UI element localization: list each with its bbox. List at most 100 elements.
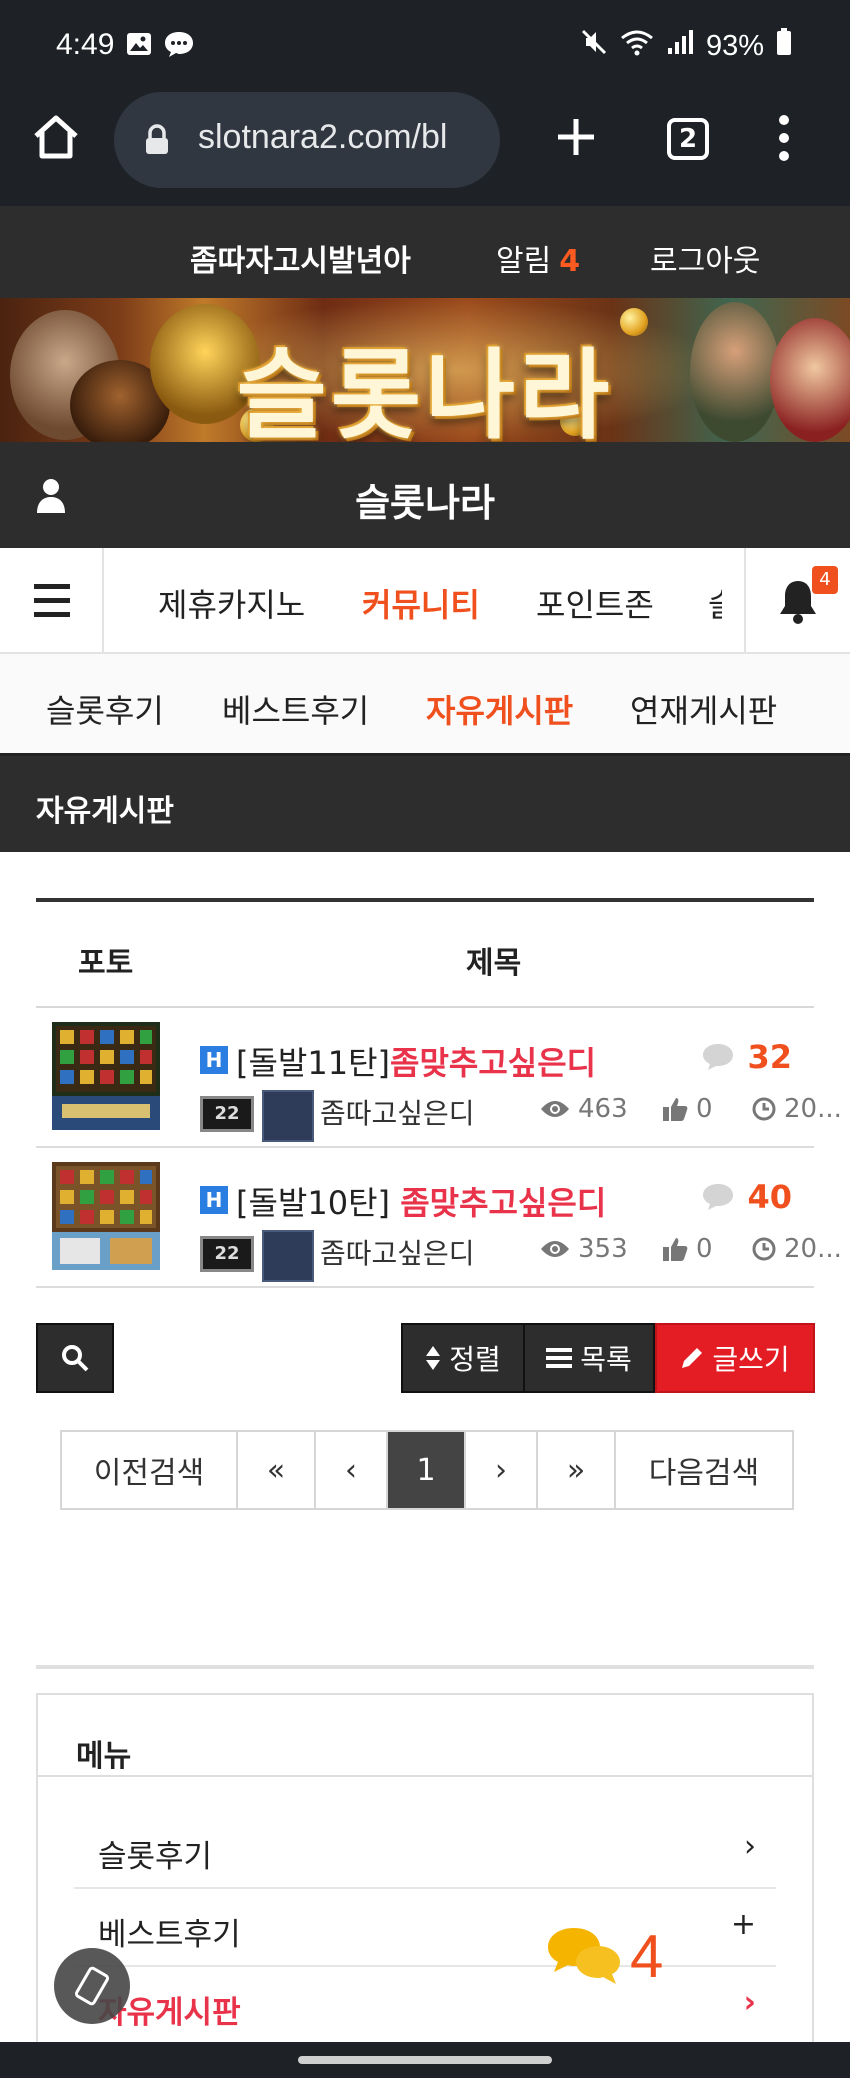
user-nickname[interactable]: 좀따자고시발년아 — [190, 236, 411, 280]
notification-icons — [125, 30, 195, 62]
subnav-slot-reviews[interactable]: 슬롯후기 — [46, 686, 164, 732]
chat-icon — [548, 1927, 620, 1984]
site-title[interactable]: 슬롯나라 — [0, 472, 850, 527]
main-nav: 제휴카지노 커뮤니티 포인트존 슬 4 — [0, 548, 850, 654]
next-page-button[interactable]: › — [466, 1432, 538, 1508]
post-date: 20... — [752, 1234, 842, 1264]
post-list: 포토 제목 H [돌발11탄]좀맞추고싶은디 32 22 좀따고싶은디 463 … — [36, 898, 842, 1288]
url-bar[interactable]: slotnara2.com/bl — [114, 92, 500, 188]
next-search-button[interactable]: 다음검색 — [616, 1432, 792, 1508]
alarm-link[interactable]: 알림 4 — [496, 236, 580, 280]
site-top-nav: 좀따자고시발년아 알림 4 로그아웃 — [0, 206, 850, 298]
hamburger-icon-line — [34, 612, 70, 617]
prev-search-button[interactable]: 이전검색 — [62, 1432, 238, 1508]
clock-icon — [752, 1097, 776, 1121]
table-row[interactable]: H [돌발11탄]좀맞추고싶은디 32 22 좀따고싶은디 463 0 20..… — [36, 1008, 842, 1148]
post-date-value: 20... — [784, 1234, 842, 1264]
hamburger-menu-button[interactable] — [0, 548, 104, 652]
post-author[interactable]: 좀따고싶은디 — [320, 1232, 475, 1272]
menu-item-best-reviews[interactable]: 베스트후기 + — [74, 1889, 776, 1967]
navigation-gesture-bar — [0, 2042, 850, 2078]
mute-icon — [580, 28, 608, 64]
notification-bell-button[interactable]: 4 — [744, 548, 850, 652]
sort-button[interactable]: 정렬 — [401, 1323, 525, 1393]
side-menu: 메뉴 슬롯후기 › 베스트후기 + 자유게시판 › — [36, 1693, 814, 2043]
first-page-button[interactable]: « — [238, 1432, 316, 1508]
chevron-right-icon: › — [744, 1829, 756, 1864]
list-button[interactable]: 목록 — [525, 1323, 655, 1393]
slot-thumbnail-image — [52, 1022, 160, 1130]
thumbs-up-icon — [663, 1238, 688, 1261]
hamburger-icon-line — [34, 598, 70, 603]
menu-item-free-board[interactable]: 자유게시판 › — [74, 1967, 776, 2045]
level-badge: 22 — [200, 1096, 254, 1132]
level-badge: 22 — [200, 1236, 254, 1272]
post-title[interactable]: [돌발11탄]좀맞추고싶은디 — [236, 1038, 596, 1084]
chat-bubble-icon — [163, 30, 195, 62]
subnav-free-board[interactable]: 자유게시판 — [426, 686, 573, 732]
menu-item-label: 슬롯후기 — [98, 1839, 213, 1875]
menu-item-label: 베스트후기 — [98, 1917, 241, 1953]
tab-switcher-button[interactable]: 2 — [667, 118, 709, 160]
nav-item-cut-off[interactable]: 슬 — [708, 580, 722, 626]
menu-divider — [38, 1775, 812, 1777]
menu-item-slot-reviews[interactable]: 슬롯후기 › — [74, 1811, 776, 1889]
battery-percent: 93% — [705, 29, 764, 62]
post-date: 20... — [752, 1094, 842, 1124]
edit-icon — [74, 1966, 110, 2006]
view-count-value: 353 — [578, 1234, 628, 1264]
write-button[interactable]: 글쓰기 — [655, 1323, 815, 1393]
avatar[interactable] — [262, 1230, 314, 1282]
post-title-text: 좀맞추고싶은디 — [390, 1044, 597, 1082]
last-page-button[interactable]: » — [538, 1432, 616, 1508]
site-banner[interactable]: 슬롯나라 — [0, 298, 850, 442]
post-title-text: 좀맞추고싶은디 — [400, 1184, 607, 1222]
table-row[interactable]: H [돌발10탄] 좀맞추고싶은디 40 22 좀따고싶은디 353 0 20.… — [36, 1148, 842, 1288]
battery-icon — [776, 28, 792, 64]
hamburger-icon — [34, 584, 70, 589]
nav-item-partner-casino[interactable]: 제휴카지노 — [158, 580, 305, 626]
new-tab-button[interactable] — [553, 114, 599, 164]
prev-page-button[interactable]: ‹ — [316, 1432, 388, 1508]
floating-chat-button[interactable]: 4 — [546, 1922, 663, 1991]
hot-icon: H — [200, 1046, 228, 1074]
current-page[interactable]: 1 — [388, 1432, 466, 1508]
avatar[interactable] — [262, 1090, 314, 1142]
home-button[interactable] — [30, 112, 82, 164]
nav-item-community[interactable]: 커뮤니티 — [362, 580, 480, 626]
subnav-best-reviews[interactable]: 베스트후기 — [222, 686, 369, 732]
more-menu-button[interactable] — [774, 114, 794, 166]
board-actions: 정렬 목록 글쓰기 — [401, 1323, 815, 1393]
post-thumbnail[interactable] — [52, 1162, 160, 1270]
image-icon — [125, 30, 153, 62]
expand-plus-icon: + — [730, 1907, 756, 1942]
list-icon — [546, 1348, 573, 1368]
logout-link[interactable]: 로그아웃 — [650, 236, 760, 280]
home-icon — [34, 115, 78, 159]
post-thumbnail[interactable] — [52, 1022, 160, 1130]
floating-edit-button[interactable] — [54, 1948, 130, 2024]
chevron-right-icon: › — [743, 1985, 756, 2020]
post-tag: [돌발11탄] — [236, 1044, 391, 1082]
comment-count: 32 — [701, 1038, 792, 1076]
bell-badge: 4 — [812, 566, 838, 594]
subnav-serial-board[interactable]: 연재게시판 — [630, 686, 777, 732]
hot-icon: H — [200, 1186, 228, 1214]
lock-icon — [144, 124, 170, 160]
pagination: 이전검색 « ‹ 1 › » 다음검색 — [60, 1430, 794, 1510]
search-button[interactable] — [36, 1323, 114, 1393]
thumbs-up-icon — [663, 1098, 688, 1121]
post-author[interactable]: 좀따고싶은디 — [320, 1092, 475, 1132]
nav-item-point-zone[interactable]: 포인트존 — [536, 580, 654, 626]
write-label: 글쓰기 — [712, 1343, 790, 1376]
signal-icon — [666, 28, 694, 64]
post-tag: [돌발10탄] — [236, 1184, 391, 1222]
gesture-handle[interactable] — [298, 2056, 552, 2064]
status-right: 93% — [580, 28, 792, 64]
banner-logo-text: 슬롯나라 — [236, 339, 614, 442]
post-title[interactable]: [돌발10탄] 좀맞추고싶은디 — [236, 1178, 606, 1224]
column-photo: 포토 — [78, 946, 134, 981]
search-icon — [62, 1345, 89, 1372]
like-count: 0 — [662, 1234, 713, 1264]
view-count: 463 — [540, 1094, 628, 1124]
